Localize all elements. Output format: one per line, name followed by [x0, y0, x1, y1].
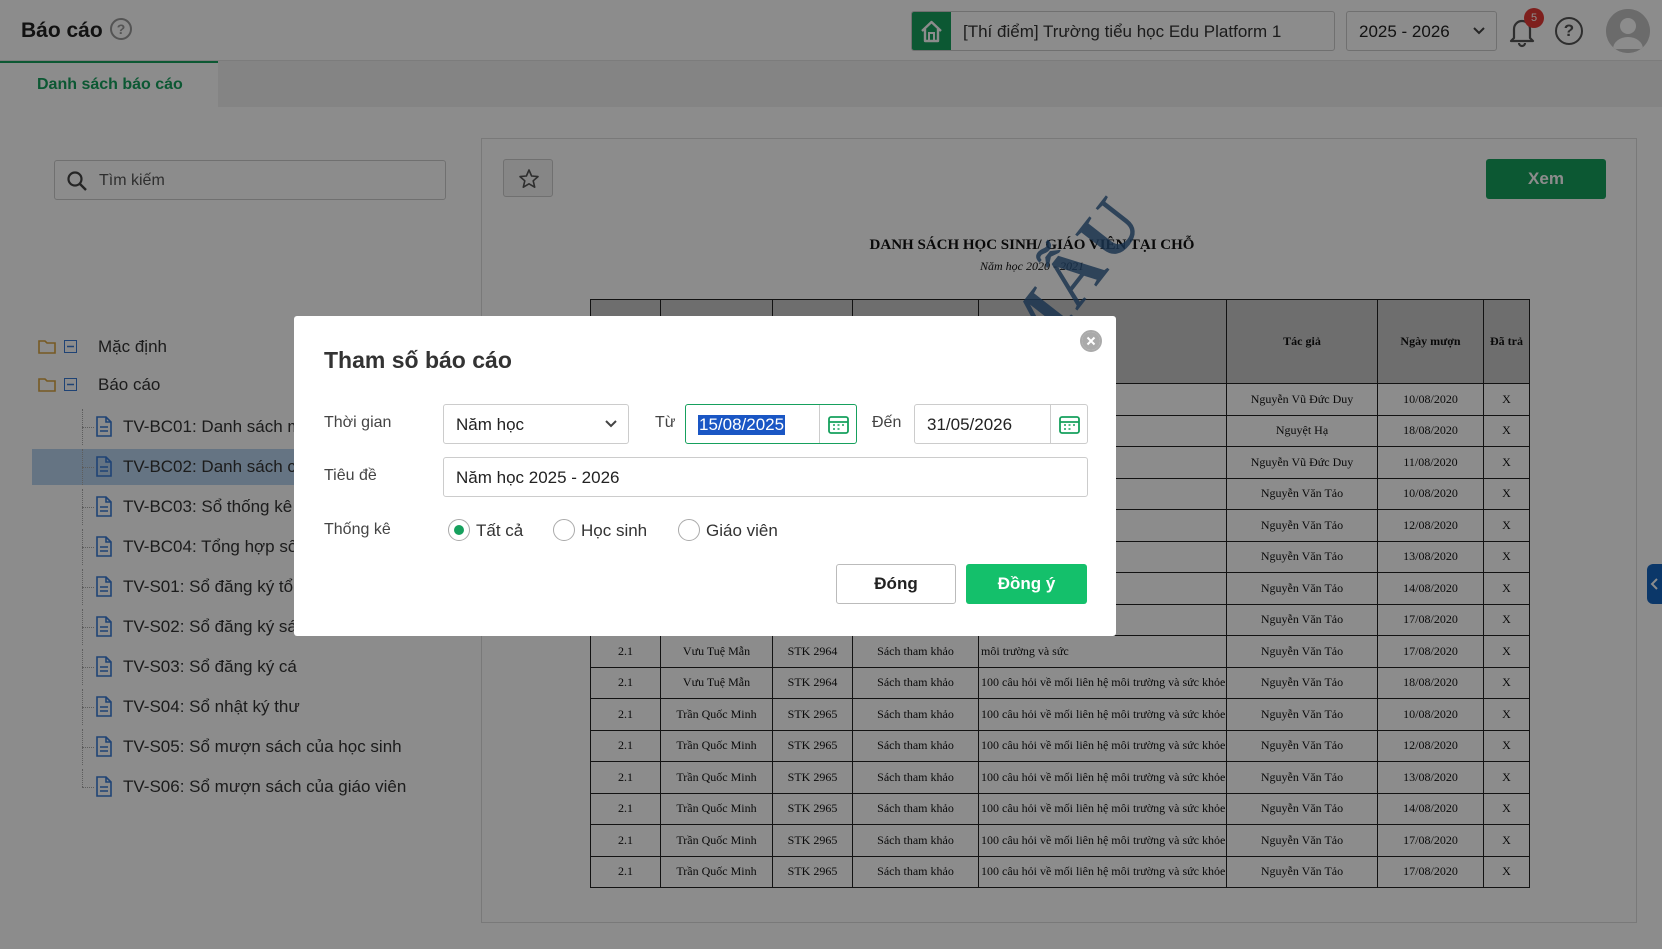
calendar-button[interactable]: [1050, 405, 1087, 443]
chevron-down-icon: [605, 420, 617, 428]
time-type-select[interactable]: Năm học: [443, 404, 629, 444]
time-type-value: Năm học: [456, 415, 525, 434]
radio-label: Tất cả: [476, 521, 524, 540]
close-button[interactable]: Đóng: [836, 564, 956, 604]
radio-label: Giáo viên: [706, 521, 778, 540]
from-date-value[interactable]: 15/08/2025: [698, 415, 786, 435]
dialog-title: Tham số báo cáo: [324, 347, 512, 373]
to-label: Đến: [872, 414, 902, 431]
to-date-value[interactable]: 31/05/2026: [927, 415, 1012, 435]
radio-label: Học sinh: [581, 521, 648, 540]
from-date-field[interactable]: 15/08/2025: [685, 404, 857, 444]
report-title-value: Năm học 2025 - 2026: [456, 468, 620, 487]
report-title-input[interactable]: Năm học 2025 - 2026: [443, 457, 1088, 497]
calendar-button[interactable]: [819, 405, 856, 443]
report-params-dialog: Tham số báo cáo Thời gian Năm học Từ 15/…: [294, 316, 1116, 636]
calendar-icon: [828, 416, 849, 434]
time-label: Thời gian: [324, 414, 392, 431]
statistic-label: Thống kê: [324, 521, 391, 538]
from-label: Từ: [655, 414, 676, 431]
radio-button[interactable]: [448, 519, 470, 541]
radio-button[interactable]: [553, 519, 575, 541]
report-title-label: Tiêu đề: [324, 467, 377, 484]
calendar-icon: [1059, 416, 1080, 434]
to-date-field[interactable]: 31/05/2026: [914, 404, 1088, 444]
confirm-button[interactable]: Đồng ý: [966, 564, 1087, 604]
radio-button[interactable]: [678, 519, 700, 541]
close-icon[interactable]: [1080, 330, 1102, 352]
